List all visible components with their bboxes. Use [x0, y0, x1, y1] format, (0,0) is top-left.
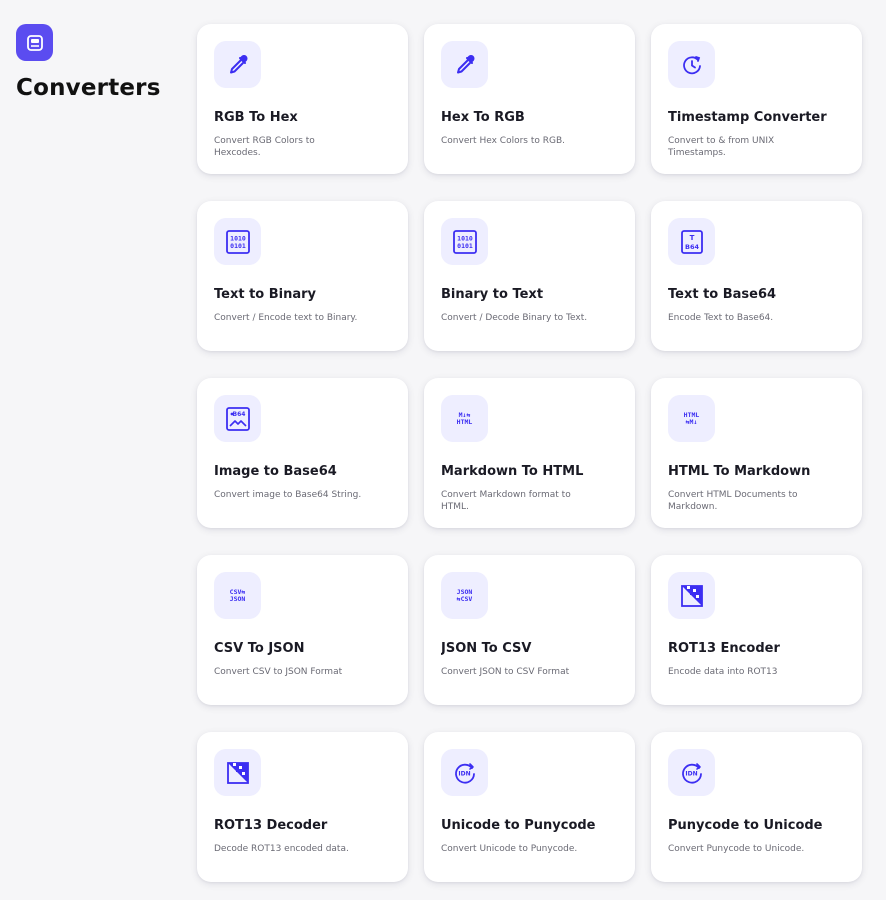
card-html-to-markdown[interactable]: HTML ⇆M↓ HTML To Markdown Convert HTML D…	[651, 378, 862, 528]
card-unicode-to-punycode[interactable]: IDN Unicode to Punycode Convert Unicode …	[424, 732, 635, 882]
card-image-to-base64[interactable]: B64 Image to Base64 Convert image to Bas…	[197, 378, 408, 528]
converter-grid: RGB To Hex Convert RGB Colors to Hexcode…	[197, 24, 862, 882]
card-json-to-csv[interactable]: JSON ⇆CSV JSON To CSV Convert JSON to CS…	[424, 555, 635, 705]
card-description: Convert RGB Colors to Hexcodes.	[214, 136, 315, 158]
card-rot13-decoder[interactable]: ROT13 Decoder Decode ROT13 encoded data.	[197, 732, 408, 882]
card-description: Encode data into ROT13	[668, 667, 778, 677]
card-title: Punycode to Unicode	[668, 818, 823, 833]
card-title: Text to Binary	[214, 287, 317, 302]
card-description: Convert / Encode text to Binary.	[214, 313, 358, 323]
card-hex-to-rgb[interactable]: Hex To RGB Convert Hex Colors to RGB.	[424, 24, 635, 174]
binary-line-2: 0101	[457, 242, 473, 250]
clock-icon	[668, 41, 715, 88]
card-description: Convert HTML Documents to Markdown.	[668, 490, 798, 512]
idn-glyph: IDN	[685, 770, 697, 777]
card-description: Decode ROT13 encoded data.	[214, 844, 349, 854]
card-title: CSV To JSON	[214, 641, 305, 656]
card-title: ROT13 Encoder	[668, 641, 780, 656]
card-title: Binary to Text	[441, 287, 544, 302]
card-description: Convert to & from UNIX Timestamps.	[668, 136, 775, 158]
rot13-icon	[668, 572, 715, 619]
card-title: ROT13 Decoder	[214, 818, 328, 833]
card-rgb-to-hex[interactable]: RGB To Hex Convert RGB Colors to Hexcode…	[197, 24, 408, 174]
card-title: Unicode to Punycode	[441, 818, 596, 833]
idn-icon: IDN	[668, 749, 715, 796]
markdown-html-icon: M↓⇆ HTML	[441, 395, 488, 442]
card-description: Convert image to Base64 String.	[214, 490, 362, 500]
card-binary-to-text[interactable]: 1010 0101 Binary to Text Convert / Decod…	[424, 201, 635, 351]
binary-icon: 1010 0101	[214, 218, 261, 265]
card-csv-to-json[interactable]: CSV⇆ JSON CSV To JSON Convert CSV to JSO…	[197, 555, 408, 705]
card-description: Convert Unicode to Punycode.	[441, 844, 578, 854]
card-timestamp-converter[interactable]: Timestamp Converter Convert to & from UN…	[651, 24, 862, 174]
card-punycode-to-unicode[interactable]: IDN Punycode to Unicode Convert Punycode…	[651, 732, 862, 882]
b64-glyph: B64	[232, 411, 245, 418]
card-description: Convert / Decode Binary to Text.	[441, 313, 588, 323]
icon-line-2: ⇆CSV	[456, 594, 473, 603]
idn-glyph: IDN	[458, 770, 470, 777]
t-glyph: T	[689, 234, 694, 242]
card-text-to-binary[interactable]: 1010 0101 Text to Binary Convert / Encod…	[197, 201, 408, 351]
card-description: Encode Text to Base64.	[668, 313, 774, 323]
icon-line-2: HTML	[456, 417, 473, 426]
converters-page: Converters RGB To Hex Convert RGB Colors…	[0, 0, 886, 900]
card-title: JSON To CSV	[441, 641, 532, 656]
binary-line-2: 0101	[230, 242, 246, 250]
icon-line-2: JSON	[229, 594, 246, 603]
card-description: Convert JSON to CSV Format	[441, 667, 570, 677]
converter-icon	[16, 24, 53, 61]
card-description: Convert Markdown format to HTML.	[441, 490, 571, 512]
csv-json-icon: CSV⇆ JSON	[214, 572, 261, 619]
section-header: Converters	[16, 24, 161, 101]
binary-icon: 1010 0101	[441, 218, 488, 265]
json-csv-icon: JSON ⇆CSV	[441, 572, 488, 619]
card-title: RGB To Hex	[214, 110, 298, 125]
card-description: Convert CSV to JSON Format	[214, 667, 343, 677]
image-base64-icon: B64	[214, 395, 261, 442]
card-text-to-base64[interactable]: T B64 Text to Base64 Encode Text to Base…	[651, 201, 862, 351]
card-title: HTML To Markdown	[668, 464, 811, 479]
card-rot13-encoder[interactable]: ROT13 Encoder Encode data into ROT13	[651, 555, 862, 705]
card-description: Convert Hex Colors to RGB.	[441, 136, 565, 146]
card-title: Image to Base64	[214, 464, 337, 479]
card-description: Convert Punycode to Unicode.	[668, 844, 805, 854]
card-title: Hex To RGB	[441, 110, 525, 125]
card-title: Text to Base64	[668, 287, 777, 302]
b64-glyph: B64	[685, 243, 699, 251]
text-base64-icon: T B64	[668, 218, 715, 265]
html-markdown-icon: HTML ⇆M↓	[668, 395, 715, 442]
section-title: Converters	[16, 75, 161, 101]
eyedropper-icon	[214, 41, 261, 88]
card-title: Timestamp Converter	[668, 110, 827, 125]
icon-line-2: ⇆M↓	[685, 417, 698, 426]
card-markdown-to-html[interactable]: M↓⇆ HTML Markdown To HTML Convert Markdo…	[424, 378, 635, 528]
eyedropper-icon	[441, 41, 488, 88]
card-title: Markdown To HTML	[441, 464, 584, 479]
idn-icon: IDN	[441, 749, 488, 796]
rot13-icon	[214, 749, 261, 796]
